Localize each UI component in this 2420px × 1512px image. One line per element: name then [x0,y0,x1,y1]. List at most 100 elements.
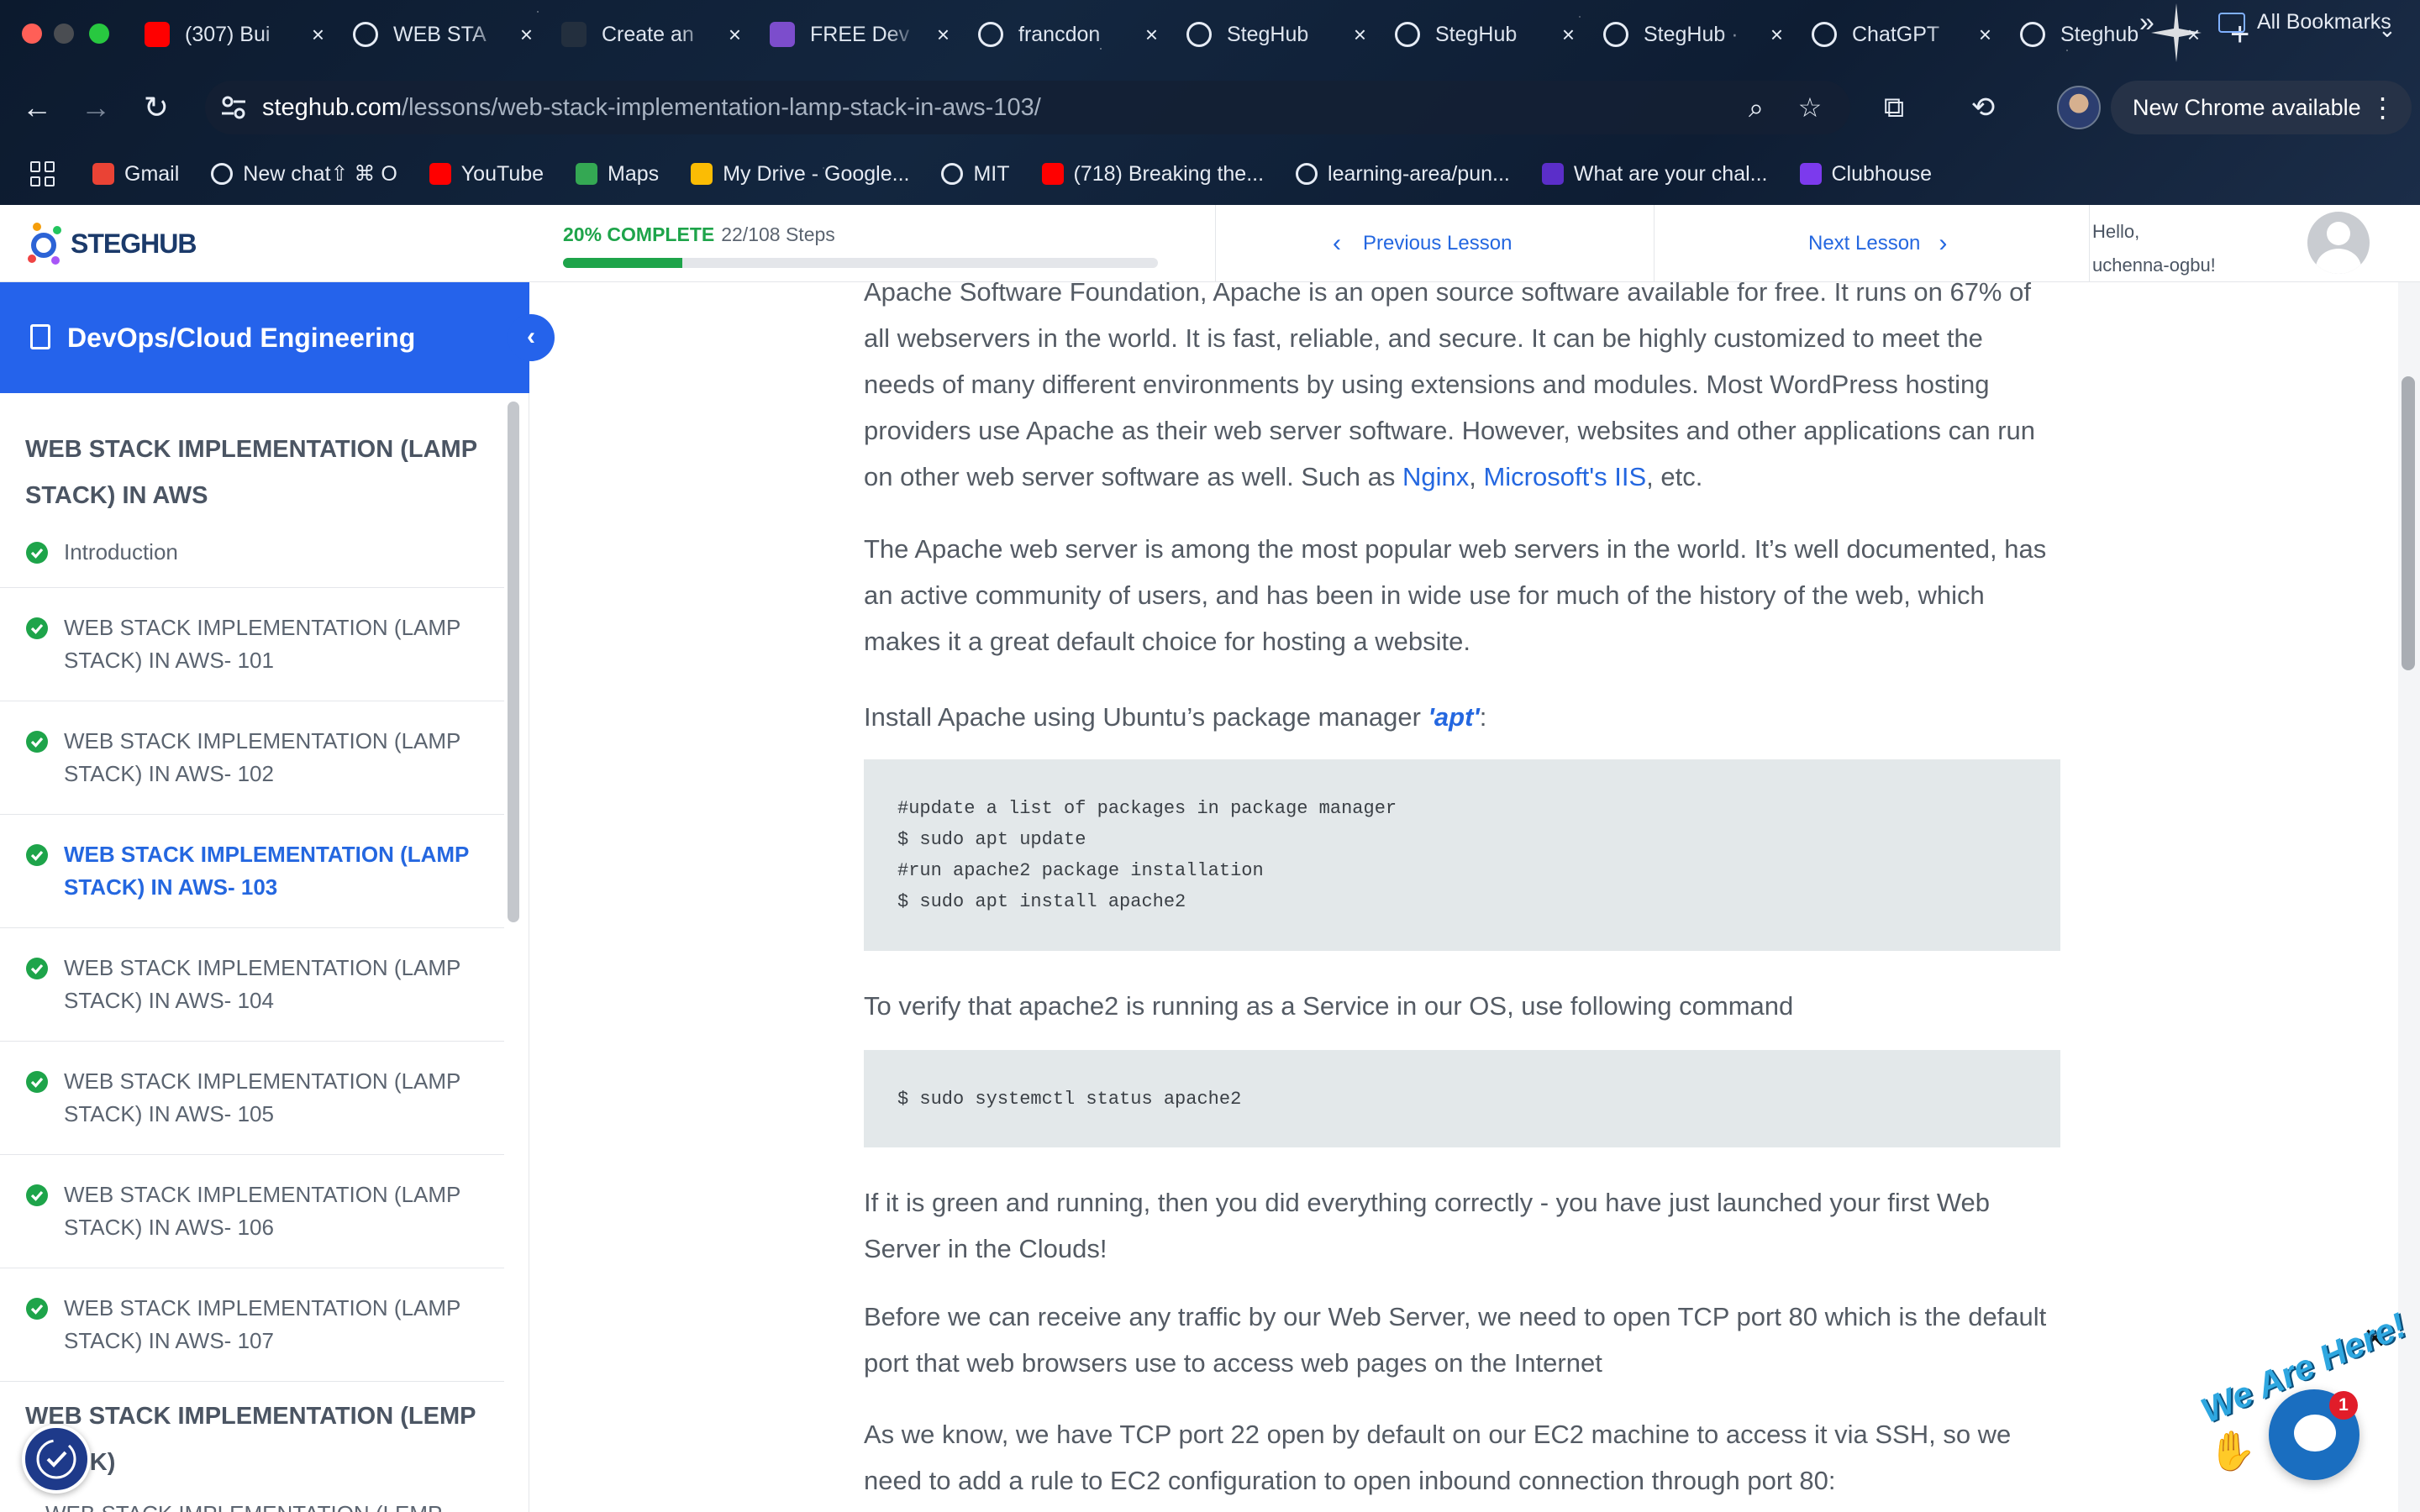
lesson-item[interactable]: WEB STACK IMPLEMENTATION (LAMP STACK) IN… [0,1042,504,1155]
lesson-item[interactable]: WEB STACK IMPLEMENTATION (LAMP STACK) IN… [0,1268,504,1382]
bookmark-item[interactable]: What are your chal... [1541,161,1768,186]
browser-tab[interactable]: ChatGPT × [1802,12,2010,57]
progress-bar-fill [563,258,682,268]
chrome-update-button[interactable]: New Chrome available ⋮ [2111,81,2412,134]
browser-profile-avatar[interactable] [2057,86,2101,129]
lesson-label: WEB STACK IMPLEMENTATION (LAMP STACK) IN… [64,955,460,1013]
browser-tab[interactable]: StegHub × [1385,12,1593,57]
tab-close-icon[interactable]: × [2187,22,2200,48]
steghub-logo[interactable]: STEGHUB [25,217,197,270]
browser-toolbar: ← → ↻ steghub.com/lessons/web-stack-impl… [0,77,2420,138]
bookmark-label: What are your chal... [1573,161,1768,186]
collapse-sidebar-button[interactable]: ‹ [508,314,555,361]
tab-close-icon[interactable]: × [520,22,533,48]
bookmark-item[interactable]: Gmail [92,162,179,186]
lesson-item[interactable]: WEB STACK IMPLEMENTATION (LAMP STACK) IN… [0,588,504,701]
user-avatar[interactable] [2307,212,2370,274]
drive-icon [691,163,713,185]
window-minimize-button[interactable] [54,24,74,44]
site-settings-icon[interactable] [218,92,249,123]
extensions-icon[interactable]: ⧉ [1872,86,1916,129]
tab-title: ChatGPT [1852,22,1940,46]
browser-tab[interactable]: StegHub × [1176,12,1385,57]
tab-close-icon[interactable]: × [937,22,950,48]
tab-close-icon[interactable]: × [1979,22,1991,48]
bookmark-item[interactable]: My Drive - Google... [691,162,909,186]
accessibility-button[interactable] [22,1425,91,1494]
bookmark-item[interactable]: Clubhouse [1799,162,1932,186]
tab-close-icon[interactable]: × [1770,22,1783,48]
tab-close-icon[interactable]: × [1145,22,1158,48]
tab-title: Create an [602,22,694,46]
more-menu-icon[interactable]: ⋮ [2370,81,2396,134]
lesson-item[interactable]: WEB STACK IMPLEMENTATION (LAMP STACK) IN… [0,1155,504,1268]
tab-close-icon[interactable]: × [1354,22,1366,48]
sidebar-scrollbar[interactable] [508,402,519,922]
bookmark-item[interactable]: New chat⇧ ⌘ O [211,161,397,186]
tab-close-icon[interactable]: × [312,22,324,48]
course-sidebar: DevOps/Cloud Engineering WEB STACK IMPLE… [0,282,529,1512]
next-lesson-button[interactable]: Next Lesson › [1808,205,1947,282]
tab-close-icon[interactable]: × [729,22,741,48]
lesson-item[interactable]: Introduction [0,519,504,588]
check-circle-icon [25,617,49,640]
lesson-item[interactable]: WEB STACK IMPLEMENTATION (LAMP STACK) IN… [0,928,504,1042]
code-block-install[interactable]: #update a list of packages in package ma… [864,759,2060,951]
forward-button[interactable]: → [72,84,119,131]
all-bookmarks-button[interactable]: All Bookmarks [2218,10,2391,34]
github-icon [1296,163,1318,185]
section-title[interactable]: WEB STACK IMPLEMENTATION (LAMP STACK) IN… [0,393,504,519]
page-scrollbar-thumb[interactable] [2402,376,2415,670]
tab-strip: (307) Bui × WEB STA × Create an × FREE Dev × fra… [134,12,2218,57]
bookmark-item[interactable]: YouTube [429,162,544,186]
github-icon [2020,22,2045,47]
bookmark-star-icon[interactable]: ☆ [1793,91,1827,124]
window-zoom-button[interactable] [89,24,109,44]
lesson-label: WEB STACK IMPLEMENTATION (LAMP STACK) IN… [64,1068,460,1126]
reload-button[interactable]: ↻ [133,84,180,131]
check-circle-icon [25,730,49,753]
lesson-item[interactable]: WEB STACK IMPLEMENTATION (LAMP STACK) IN… [0,815,504,928]
user-greeting: Hello, uchenna-ogbu! [2092,221,2216,276]
browser-tab[interactable]: (307) Bui × [134,12,343,57]
check-circle-icon [25,1297,49,1320]
url-text[interactable]: steghub.com/lessons/web-stack-implementa… [262,81,1041,134]
browser-tab[interactable]: StegHub · × [1593,12,1802,57]
browser-tab[interactable]: Steghub × [2010,12,2218,57]
previous-lesson-button[interactable]: ‹ Previous Lesson [1333,205,1512,282]
browser-tab[interactable]: francdon × [968,12,1176,57]
progress-bar [563,258,1158,268]
zoom-icon[interactable]: ⌕ [1739,91,1773,124]
apps-grid-icon[interactable] [30,161,55,186]
code-block-status[interactable]: $ sudo systemctl status apache2 [864,1050,2060,1147]
window-close-button[interactable] [22,24,42,44]
microsoft-iis-link[interactable]: Microsoft's IIS [1483,462,1646,491]
clubhouse-icon [1799,163,1822,185]
browser-tab[interactable]: WEB STA × [343,12,551,57]
url-domain: steghub.com [262,94,402,121]
gmail-icon [92,163,114,185]
browser-tab[interactable]: FREE Dev × [760,12,968,57]
tab-close-icon[interactable]: × [1562,22,1575,48]
bookmark-item[interactable]: MIT [941,162,1010,186]
bookmark-item[interactable]: (718) Breaking the... [1041,162,1264,186]
chevron-left-icon: ‹ [1333,229,1341,257]
bookmark-item[interactable]: learning-area/pun... [1296,162,1510,186]
back-button[interactable]: ← [13,84,60,131]
course-progress: 20% COMPLETE 22/108 Steps [563,223,1158,268]
nginx-link[interactable]: Nginx [1402,462,1469,491]
address-bar[interactable]: steghub.com/lessons/web-stack-implementa… [205,81,1850,134]
progress-percent: 20% COMPLETE [563,223,715,245]
lesson-item[interactable]: WEB STACK IMPLEMENTATION (LAMP STACK) IN… [0,701,504,815]
tab-title: francdon [1018,22,1101,46]
bookmark-label: learning-area/pun... [1328,161,1510,186]
bookmark-item[interactable]: Maps [576,162,659,186]
browser-tab[interactable]: Create an × [551,12,760,57]
history-icon[interactable]: ⟲ [1961,86,2005,129]
lesson-label: WEB STACK IMPLEMENTATION (LEMP [45,1498,442,1512]
chat-unread-badge: 1 [2329,1391,2358,1420]
header-divider [1215,205,1216,282]
more-bookmarks-icon[interactable]: » [2139,7,2154,38]
github-icon [1186,22,1212,47]
tab-title: WEB STA [393,22,487,46]
